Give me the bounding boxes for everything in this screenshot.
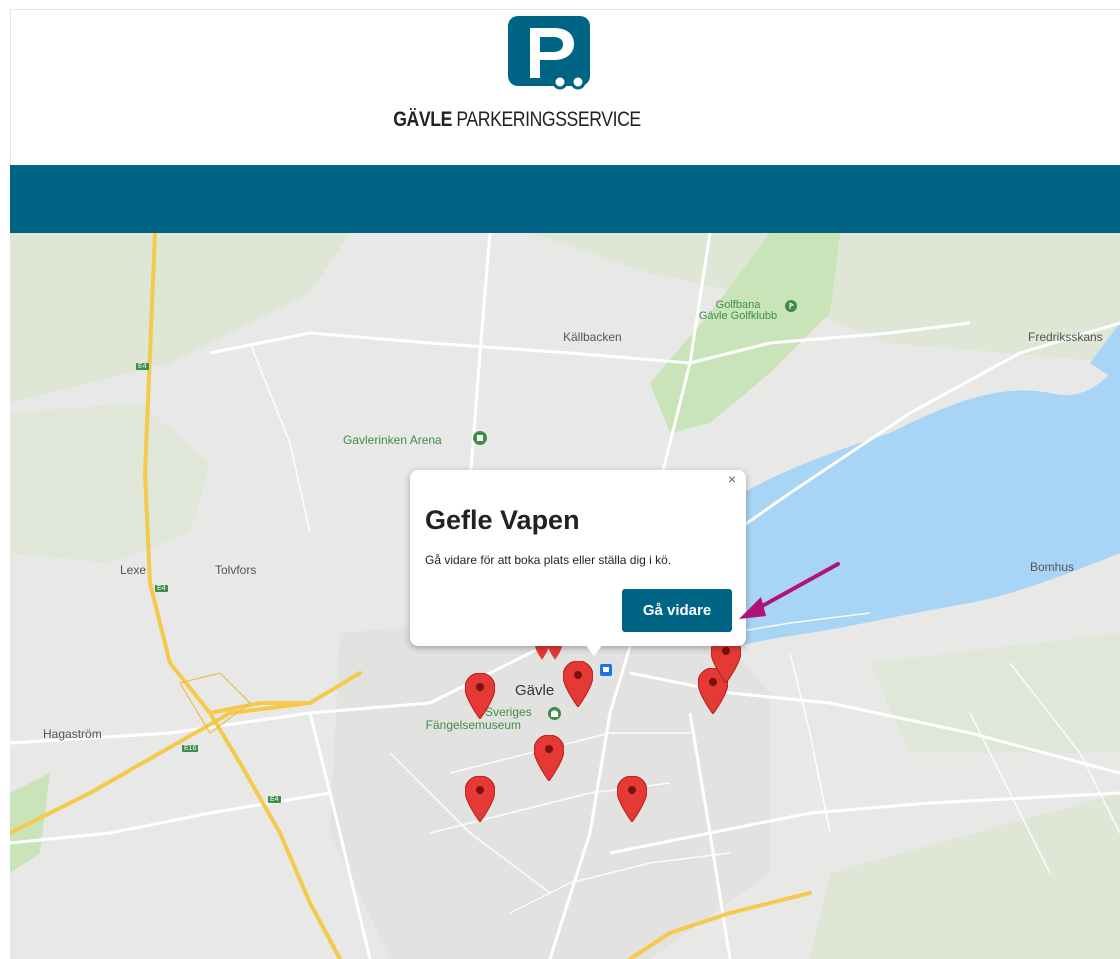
parking-logo-icon — [508, 16, 590, 90]
brand-name: GÄVLE PARKERINGSSERVICE — [391, 108, 643, 132]
label-golfklubb-line2: Gävle Golfklubb — [698, 310, 778, 322]
parking-marker[interactable] — [465, 776, 495, 822]
annotation-arrow-icon — [739, 562, 840, 619]
road-badge-e4: E4 — [136, 363, 149, 370]
site-header: GÄVLE PARKERINGSSERVICE — [10, 10, 1120, 165]
road-badge-e16: E16 — [182, 745, 199, 752]
road-badge-e4-3: E4 — [268, 796, 281, 803]
close-icon[interactable]: × — [724, 471, 740, 487]
brand-bold: GÄVLE — [393, 108, 452, 131]
golf-icon — [785, 300, 797, 312]
parking-marker[interactable] — [617, 776, 647, 822]
label-gavle: Gävle — [515, 682, 555, 699]
continue-button[interactable]: Gå vidare — [622, 589, 732, 632]
label-lexe: Lexe — [120, 563, 147, 577]
parking-marker[interactable] — [534, 735, 564, 781]
nav-bar — [10, 165, 1120, 233]
parking-marker[interactable] — [563, 661, 593, 707]
label-bomhus: Bomhus — [1030, 560, 1075, 574]
label-kallbacken: Källbacken — [563, 330, 622, 344]
info-window-tail — [585, 644, 603, 656]
label-hagastrom: Hagaström — [43, 727, 102, 741]
label-fangelsemuseum-text: Fängelsemuseum — [425, 718, 522, 732]
brand-rest: PARKERINGSSERVICE — [451, 108, 641, 131]
popup-title: Gefle Vapen — [425, 505, 580, 535]
label-fredriksskans: Fredriksskans — [1028, 330, 1103, 344]
parking-marker[interactable] — [465, 673, 495, 719]
top-border — [10, 0, 1120, 10]
label-tolvfors: Tolvfors — [215, 563, 257, 577]
page-left-edge — [0, 0, 10, 959]
station-icon — [600, 664, 612, 676]
museum-icon — [548, 707, 561, 720]
label-gavlerinken: Gavlerinken Arena — [343, 433, 442, 447]
popup-description: Gå vidare för att boka plats eller ställ… — [425, 553, 672, 567]
site-logo[interactable]: GÄVLE PARKERINGSSERVICE — [391, 16, 711, 156]
label-golfbana: Golfbana Gävle Golfklubb — [693, 300, 783, 322]
arena-icon — [473, 431, 487, 445]
road-badge-e4-2: E4 — [155, 585, 168, 592]
info-window: × Gefle Vapen Gå vidare för att boka pla… — [410, 470, 746, 646]
